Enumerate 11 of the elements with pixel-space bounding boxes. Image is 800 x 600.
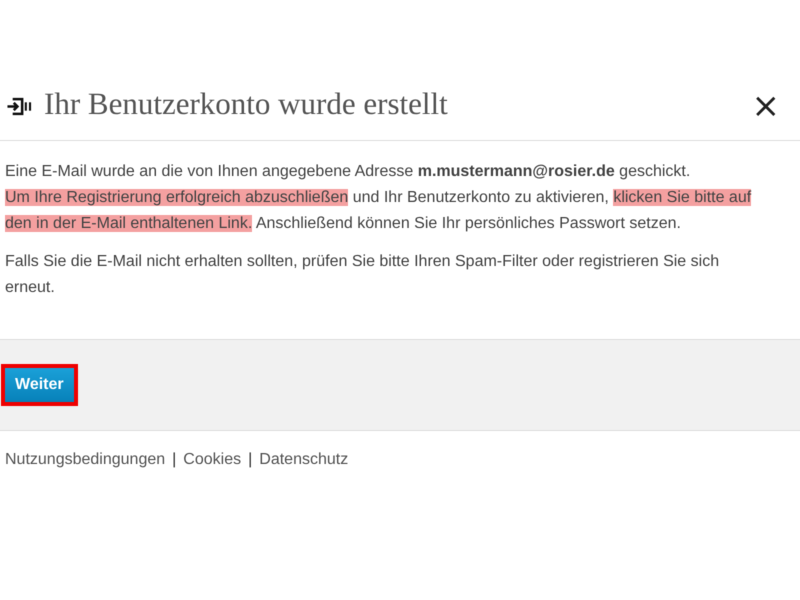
close-button[interactable]: × — [750, 89, 782, 123]
separator: | — [171, 451, 178, 469]
separator: | — [247, 451, 254, 469]
message-paragraph: Eine E-Mail wurde an die von Ihnen angegebene Adresse m.mustermann@rosier.de geschickt. Um Ihre Registrierung erfolgreich abzuschließen und Ihr Benutzerkonto zu aktivieren, klicken Sie bitte auf den in der E-Mail enthaltenen Link. Anschließend können Sie Ihr persönliches Passwort setzen. — [5, 162, 752, 234]
continue-button[interactable]: Weiter — [5, 368, 74, 402]
message-paragraph: Falls Sie die E-Mail nicht erhalten sollten, prüfen Sie bitte Ihren Spam-Filter oder registrieren Sie sich erneut. — [5, 252, 720, 298]
dialog-title: Ihr Benutzerkonto wurde erstellt — [44, 86, 449, 123]
sign-in-icon — [6, 96, 32, 116]
footer-link[interactable]: Cookies — [183, 451, 242, 469]
footer-link[interactable]: Nutzungsbedingungen — [5, 451, 166, 469]
footer-link[interactable]: Datenschutz — [259, 451, 348, 469]
